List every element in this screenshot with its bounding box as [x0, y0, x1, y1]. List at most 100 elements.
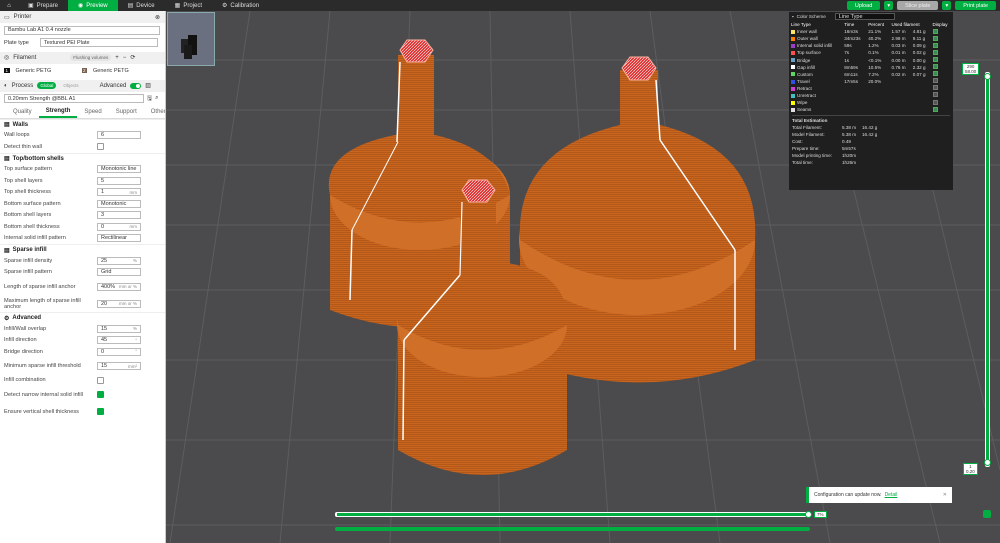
tab-others[interactable]: Others	[144, 105, 165, 118]
bridge-direction-input[interactable]: 0 °	[97, 347, 141, 356]
tab-calibration[interactable]: ⚙ Calibration	[212, 0, 269, 11]
top-layer-handle[interactable]	[984, 73, 991, 80]
calibration-icon: ⚙	[222, 3, 228, 9]
infill-direction-input[interactable]: 45 °	[97, 336, 141, 345]
color-swatch	[791, 37, 795, 42]
filament-slot-number: 2	[81, 68, 88, 73]
detect-narrow-infill-checkbox[interactable]	[97, 391, 104, 398]
display-checkbox[interactable]	[932, 92, 938, 98]
layer-range-slider[interactable]	[985, 72, 990, 467]
estimation-row: Cost: 0.49	[792, 139, 851, 145]
wall-loops-input[interactable]: 6	[97, 131, 141, 140]
layer-settings-icon[interactable]	[983, 510, 991, 518]
bottom-surface-pattern-select[interactable]: Monotonic	[97, 199, 141, 208]
color-scheme-select[interactable]: Line Type	[834, 13, 895, 20]
preview-icon: ◉	[78, 3, 84, 9]
sparse-infill-density-input[interactable]: 25%	[97, 256, 141, 265]
home-icon[interactable]: ⌂	[0, 0, 18, 11]
filament-select-1[interactable]: Generic PETG	[12, 66, 79, 75]
bottom-shell-thickness-input[interactable]: 0 mm	[97, 222, 141, 231]
ensure-vertical-shell-checkbox[interactable]	[97, 408, 104, 415]
filament-icon: ◎	[4, 55, 10, 61]
tab-quality[interactable]: Quality	[6, 105, 39, 118]
close-icon[interactable]: ✕	[943, 492, 947, 498]
display-checkbox[interactable]	[932, 35, 938, 41]
flushing-volumes-button[interactable]: Flushing volumes	[70, 54, 112, 61]
display-checkbox[interactable]	[932, 71, 938, 77]
process-preset-select[interactable]: 0.20mm Strength @BBL A1	[4, 94, 144, 103]
chevron-down-icon: ▾	[887, 2, 891, 9]
color-swatch	[791, 93, 795, 98]
top-menu-bar: ⌂ ▣ Prepare ◉ Preview ▤ Device ▦ Project ⚙ Ca…	[0, 0, 1000, 11]
walls-icon: ▤	[4, 122, 10, 128]
display-checkbox[interactable]	[932, 99, 938, 105]
top-shell-thickness-input[interactable]: 1 mm	[97, 188, 141, 197]
table-row: Bridge 1s <0.1% 0.00 m 0.00 g	[789, 56, 953, 63]
advanced-toggle[interactable]	[130, 82, 142, 89]
color-swatch	[791, 58, 795, 63]
filament-sync-icon[interactable]: ⟳	[130, 54, 135, 61]
update-notification: Configuration can update now. Detail ✕	[806, 487, 952, 503]
display-checkbox[interactable]	[932, 78, 938, 84]
top-shell-layers-input[interactable]: 5	[97, 176, 141, 185]
add-filament-icon[interactable]: +	[115, 55, 119, 61]
display-checkbox[interactable]	[932, 28, 938, 34]
max-sparse-infill-anchor-input[interactable]: 20 mm or %	[97, 299, 141, 308]
bottom-layer-label: 1 0.20	[963, 463, 978, 475]
global-toggle[interactable]: Global	[37, 82, 57, 89]
objects-toggle[interactable]: Objects	[60, 82, 81, 89]
table-row: Inner wall 16m3s 21.1% 1.57 m 4.81 g	[789, 28, 953, 35]
display-checkbox[interactable]	[932, 42, 938, 48]
bottom-shell-layers-input[interactable]: 3	[97, 211, 141, 220]
plate-type-select[interactable]: Textured PEI Plate	[40, 38, 158, 48]
sparse-infill-pattern-select[interactable]: Grid	[97, 268, 141, 277]
infill-wall-overlap-input[interactable]: 15%	[97, 324, 141, 333]
compare-icon[interactable]: ▥	[145, 82, 151, 89]
slice-dropdown-button[interactable]: ▾	[942, 1, 952, 10]
search-icon[interactable]: ⌕	[155, 95, 158, 102]
remove-filament-icon[interactable]: −	[123, 55, 127, 61]
tab-support[interactable]: Support	[109, 105, 144, 118]
internal-solid-infill-pattern-select[interactable]: Rectilinear	[97, 234, 141, 243]
upload-dropdown-button[interactable]: ▾	[884, 1, 894, 10]
upload-button[interactable]: Upload	[846, 1, 881, 10]
layer-range-fill	[986, 76, 989, 462]
display-checkbox[interactable]	[932, 85, 938, 91]
display-checkbox[interactable]	[932, 106, 938, 112]
filament-section-header: ◎ Filament Flushing volumes + − ⟳	[0, 51, 165, 64]
tab-device[interactable]: ▤ Device	[118, 0, 165, 11]
printer-settings-icon[interactable]: ⊗	[155, 14, 160, 21]
display-checkbox[interactable]	[932, 49, 938, 55]
sparse-infill-anchor-input[interactable]: 400% mm or %	[97, 282, 141, 291]
print-plate-button[interactable]: Print plate	[955, 1, 996, 10]
printer-select[interactable]: Bambu Lab A1 0.4 nozzle	[4, 25, 160, 35]
color-swatch	[791, 72, 795, 77]
color-swatch	[791, 86, 795, 91]
display-checkbox[interactable]	[932, 64, 938, 70]
plate-thumbnail[interactable]	[167, 12, 215, 66]
move-slider-value: 7%	[814, 511, 827, 518]
infill-combination-checkbox[interactable]	[97, 376, 104, 384]
tab-project[interactable]: ▦ Project	[165, 0, 212, 11]
printer-section-header: ▭ Printer ⊗	[0, 11, 165, 23]
min-sparse-infill-threshold-input[interactable]: 15 mm²	[97, 362, 141, 370]
chevron-down-icon: ▾	[945, 2, 949, 9]
notification-detail-link[interactable]: Detail	[885, 492, 898, 498]
filament-select-2[interactable]: Generic PETG	[90, 66, 157, 75]
tab-preview[interactable]: ◉ Preview	[68, 0, 118, 11]
detect-thin-wall-checkbox[interactable]	[97, 143, 104, 151]
top-surface-pattern-select[interactable]: Monotonic line	[97, 165, 141, 174]
save-icon[interactable]: 🖫	[147, 94, 152, 104]
table-row: Custom 6m11s 7.2% 0.02 m 0.07 g	[789, 71, 953, 78]
tab-strength[interactable]: Strength	[38, 105, 78, 118]
move-slider-handle[interactable]	[805, 511, 812, 518]
slice-plate-button[interactable]: Slice plate	[897, 1, 939, 10]
tab-speed[interactable]: Speed	[77, 105, 108, 118]
shells-icon: ▤	[4, 156, 10, 162]
move-slider[interactable]	[335, 512, 810, 517]
bottom-layer-handle[interactable]	[984, 459, 991, 466]
display-checkbox[interactable]	[932, 57, 938, 63]
tab-prepare[interactable]: ▣ Prepare	[18, 0, 68, 11]
collapse-icon[interactable]: ▪	[792, 14, 794, 19]
move-slider-fill	[337, 513, 807, 516]
